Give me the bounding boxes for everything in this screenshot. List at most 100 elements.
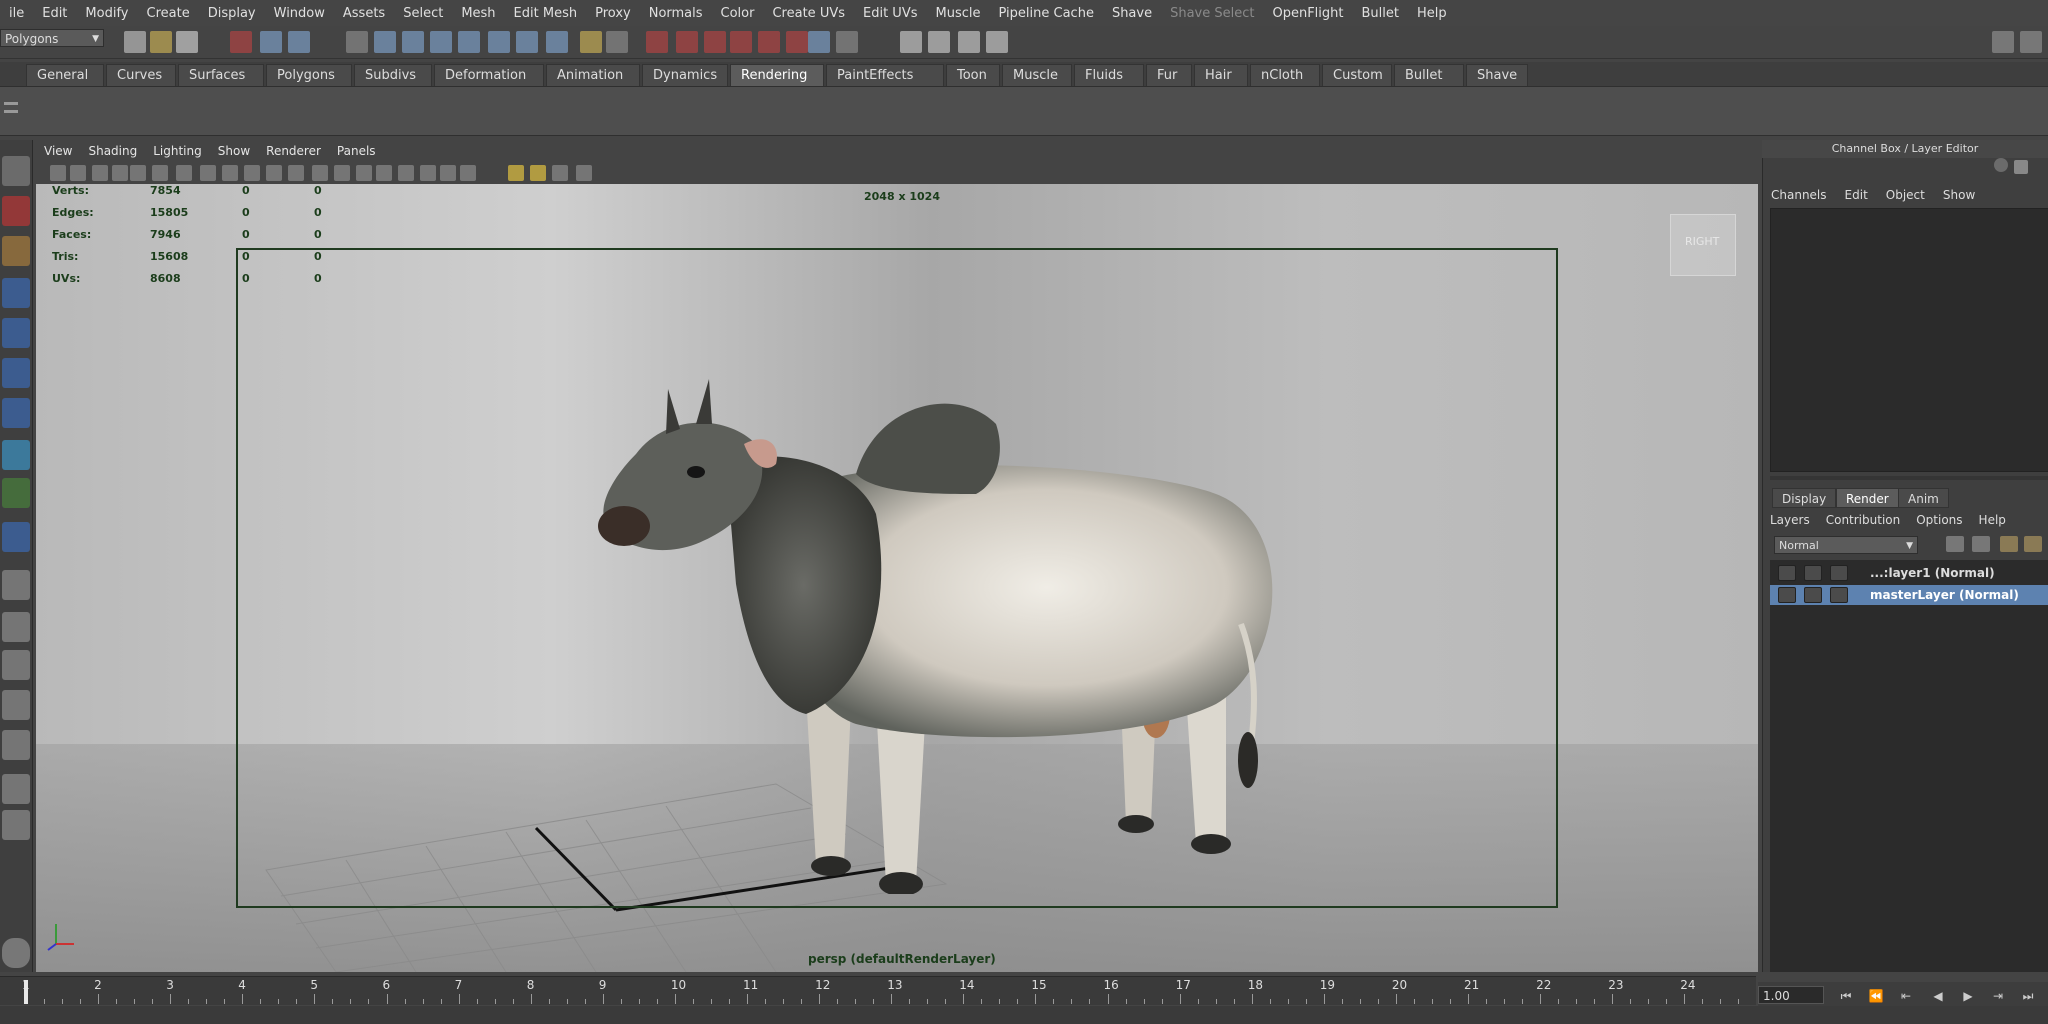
status-line-tool-icon[interactable]: [986, 31, 1008, 53]
shelf-tab[interactable]: Toon: [946, 64, 1000, 86]
status-line-tool-icon[interactable]: [430, 31, 452, 53]
render-layer-row[interactable]: ...:layer1 (Normal): [1770, 563, 2048, 583]
channel-box-toggle-icon[interactable]: [1994, 158, 2008, 172]
status-line-tool-icon[interactable]: [488, 31, 510, 53]
menu-item[interactable]: Proxy: [586, 6, 640, 21]
shelf-tab[interactable]: Shave: [1466, 64, 1528, 86]
toolbox-tool-icon[interactable]: [2, 196, 30, 226]
status-line-tool-icon[interactable]: [150, 31, 172, 53]
shelf-tab[interactable]: Polygons: [266, 64, 352, 86]
shelf-tab[interactable]: Curves: [106, 64, 176, 86]
channel-list[interactable]: [1770, 208, 2048, 472]
shelf-tab[interactable]: Rendering: [730, 64, 824, 86]
panel-toolbar-icon[interactable]: [440, 165, 456, 181]
toolbox-tool-icon[interactable]: [2, 522, 30, 552]
shelf-tab[interactable]: Hair: [1194, 64, 1248, 86]
panel-toolbar-icon[interactable]: [576, 165, 592, 181]
status-line-tool-icon[interactable]: [458, 31, 480, 53]
toolbox-tool-icon[interactable]: [2, 358, 30, 388]
toolbox-tool-icon[interactable]: [2, 318, 30, 348]
panel-toolbar-icon[interactable]: [460, 165, 476, 181]
panel-menu-item[interactable]: Panels: [329, 144, 384, 158]
status-line-tool-icon[interactable]: [676, 31, 698, 53]
panel-toolbar-icon[interactable]: [176, 165, 192, 181]
panel-toolbar-icon[interactable]: [222, 165, 238, 181]
recycle-icon[interactable]: [1830, 565, 1848, 581]
shelf-menu-icon[interactable]: [4, 97, 18, 125]
shelf-tab[interactable]: Subdivs: [354, 64, 432, 86]
status-line-tool-icon[interactable]: [836, 31, 858, 53]
layer-blend-dropdown[interactable]: Normal ▼: [1774, 536, 1918, 554]
menu-item[interactable]: OpenFlight: [1263, 6, 1352, 21]
layer-editor-toggle-icon[interactable]: [2014, 160, 2028, 174]
panel-toolbar-icon[interactable]: [152, 165, 168, 181]
status-line-tool-icon[interactable]: [288, 31, 310, 53]
shelf-tab[interactable]: Fluids: [1074, 64, 1144, 86]
render-view-icon[interactable]: [2024, 536, 2042, 552]
step-forward-frame-icon[interactable]: ⇥: [1990, 988, 2006, 1004]
play-forward-icon[interactable]: ▶: [1960, 988, 1976, 1004]
channel-box-menu-item[interactable]: Channels: [1762, 188, 1836, 202]
panel-toolbar-icon[interactable]: [92, 165, 108, 181]
new-layer-icon[interactable]: [1946, 536, 1964, 552]
panel-toolbar-icon[interactable]: [266, 165, 282, 181]
shelf-tab[interactable]: Animation: [546, 64, 640, 86]
status-line-tool-icon[interactable]: [704, 31, 726, 53]
panel-toolbar-icon[interactable]: [200, 165, 216, 181]
panel-menu-item[interactable]: Show: [210, 144, 258, 158]
menu-item[interactable]: Display: [199, 6, 265, 21]
channel-box-menu-item[interactable]: Show: [1934, 188, 1984, 202]
menu-item[interactable]: Edit: [33, 6, 76, 21]
shelf-tab[interactable]: Deformation: [434, 64, 544, 86]
panel-toolbar-icon[interactable]: [552, 165, 568, 181]
layer-editor-tab[interactable]: Display: [1772, 488, 1837, 508]
panel-toolbar-icon[interactable]: [130, 165, 146, 181]
status-line-tool-icon[interactable]: [808, 31, 830, 53]
status-line-tool-icon[interactable]: [580, 31, 602, 53]
toolbox-tool-icon[interactable]: [2, 612, 30, 642]
renderable-icon[interactable]: [1804, 587, 1822, 603]
status-line-tool-icon[interactable]: [958, 31, 980, 53]
menu-item[interactable]: Edit Mesh: [505, 6, 587, 21]
status-line-tool-icon[interactable]: [230, 31, 252, 53]
layer-editor-menu-item[interactable]: Options: [1908, 513, 1970, 527]
step-back-frame-icon[interactable]: ⇤: [1898, 988, 1914, 1004]
renderable-icon[interactable]: [1804, 565, 1822, 581]
panel-menu-item[interactable]: Shading: [80, 144, 145, 158]
shelf-tab[interactable]: Dynamics: [642, 64, 728, 86]
menu-item[interactable]: Select: [394, 6, 452, 21]
menu-item[interactable]: Mesh: [452, 6, 504, 21]
panel-toolbar-icon[interactable]: [398, 165, 414, 181]
status-line-tool-icon[interactable]: [786, 31, 808, 53]
panel-menu-item[interactable]: Lighting: [145, 144, 210, 158]
status-line-tool-icon[interactable]: [606, 31, 628, 53]
splitter-handle[interactable]: [1770, 476, 2048, 480]
status-line-tool-icon[interactable]: [546, 31, 568, 53]
shelf-tab[interactable]: PaintEffects: [826, 64, 944, 86]
layer-editor-menu-item[interactable]: Layers: [1762, 513, 1818, 527]
menu-item[interactable]: Window: [265, 6, 334, 21]
go-to-end-icon[interactable]: ⏭: [2020, 988, 2036, 1004]
toolbox-tool-icon[interactable]: [2, 236, 30, 266]
status-line-tool-icon[interactable]: [374, 31, 396, 53]
layer-editor-menu-item[interactable]: Contribution: [1818, 513, 1909, 527]
panel-toolbar-icon[interactable]: [50, 165, 66, 181]
range-slider[interactable]: [0, 1006, 2048, 1024]
toolbox-tool-icon[interactable]: [2, 156, 30, 186]
layer-editor-tab[interactable]: Render: [1836, 488, 1899, 508]
status-line-tool-icon[interactable]: [260, 31, 282, 53]
current-time-marker[interactable]: [24, 980, 28, 1004]
panel-toolbar-icon[interactable]: [70, 165, 86, 181]
render-toggle-icon[interactable]: [1778, 587, 1796, 603]
play-backward-icon[interactable]: ◀: [1930, 988, 1946, 1004]
menu-item[interactable]: Muscle: [927, 6, 990, 21]
menu-item[interactable]: Assets: [334, 6, 394, 21]
status-line-tool-icon[interactable]: [928, 31, 950, 53]
panel-toolbar-icon[interactable]: [356, 165, 372, 181]
status-line-tool-icon[interactable]: [346, 31, 368, 53]
menu-item[interactable]: Pipeline Cache: [990, 6, 1103, 21]
menu-set-dropdown[interactable]: Polygons ▼: [0, 29, 104, 47]
status-line-tool-icon[interactable]: [516, 31, 538, 53]
panel-toolbar-icon[interactable]: [530, 165, 546, 181]
panel-toolbar-icon[interactable]: [112, 165, 128, 181]
